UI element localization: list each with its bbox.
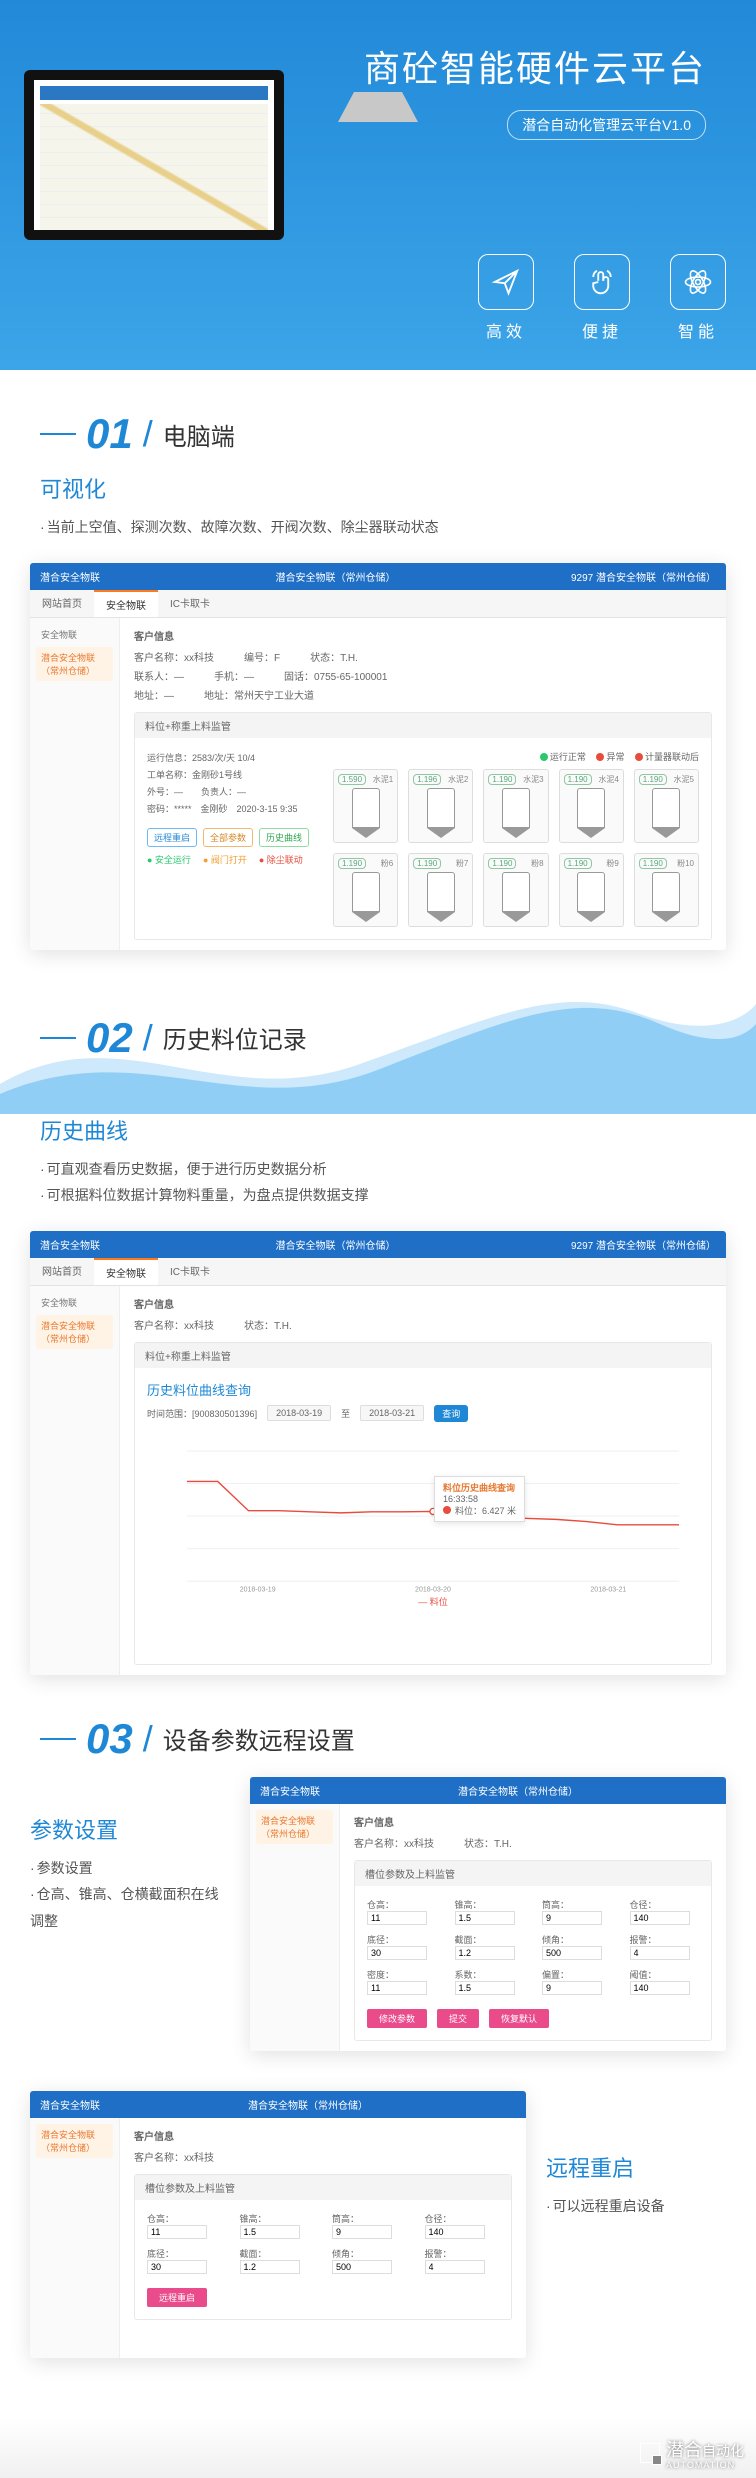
param-input[interactable] (542, 1911, 602, 1925)
param-input[interactable] (425, 2260, 485, 2274)
param-input[interactable] (147, 2225, 207, 2239)
sec2-sub-title: 历史曲线 (40, 1114, 716, 1146)
client-heading: 客户信息 (134, 628, 712, 643)
param-input[interactable] (332, 2260, 392, 2274)
sidebar-item-site[interactable]: 潜合安全物联（常州仓储） (36, 647, 113, 681)
param-input[interactable] (630, 1946, 690, 1960)
card1-title: 料位+称重上料监管 (135, 713, 711, 738)
btn-remote[interactable]: 远程重启 (147, 828, 197, 847)
silo-item[interactable]: 1.190水泥5 (634, 769, 699, 843)
param-input[interactable] (240, 2260, 300, 2274)
atom-icon (670, 254, 726, 310)
param-input[interactable] (425, 2225, 485, 2239)
btn-submit[interactable]: 提交 (437, 2009, 479, 2028)
query-button[interactable]: 查询 (434, 1405, 468, 1422)
history-line-chart: 12000 9000 6000 3000 2018-03-19 2018-03-… (187, 1442, 679, 1592)
chart-tooltip: 料位历史曲线查询 16:33:58 料位：6.427 米 (434, 1476, 525, 1522)
btn-history[interactable]: 历史曲线 (259, 828, 309, 847)
param-input[interactable] (147, 2260, 207, 2274)
silo-item[interactable]: 1.190粉10 (634, 853, 699, 927)
date-from[interactable]: 2018-03-19 (267, 1405, 331, 1421)
appbar-brand: 潜合安全物联 (40, 569, 100, 584)
sec2-screenshot: 潜合安全物联潜合安全物联（常州仓储）9297 潜合安全物联（常州仓储） 网站首页… (30, 1231, 726, 1675)
param-input[interactable] (542, 1981, 602, 1995)
silo-item[interactable]: 1.190粉6 (333, 853, 398, 927)
sec1-sub-title: 可视化 (40, 472, 716, 504)
tap-icon (574, 254, 630, 310)
svg-text:2018-03-20: 2018-03-20 (415, 1586, 451, 1591)
param-input[interactable] (367, 1946, 427, 1960)
paper-plane-icon (478, 254, 534, 310)
chart-title: 历史料位曲线查询 (147, 1380, 699, 1399)
feature-efficient: 高效 (478, 254, 534, 342)
feature-convenient: 便捷 (574, 254, 630, 342)
silo-item[interactable]: 1.196水泥2 (408, 769, 473, 843)
silo-item[interactable]: 1.190粉9 (559, 853, 624, 927)
silo-item[interactable]: 1.190水泥3 (483, 769, 548, 843)
sec4-screenshot: 潜合安全物联潜合安全物联（常州仓储） 潜合安全物联（常州仓储） 客户信息 客户名… (30, 2091, 526, 2358)
sec1-points: 当前上空值、探测次数、故障次数、开阀次数、除尘器联动状态 (40, 514, 716, 541)
param-input[interactable] (630, 1981, 690, 1995)
btn-params[interactable]: 全部参数 (203, 828, 253, 847)
monitor-illustration (24, 70, 284, 240)
silo-item[interactable]: 1.590水泥1 (333, 769, 398, 843)
param-input[interactable] (630, 1911, 690, 1925)
hero-subtitle: 潜合自动化管理云平台V1.0 (507, 110, 706, 140)
param-input[interactable] (455, 1981, 515, 1995)
param-input[interactable] (332, 2225, 392, 2239)
tab-home[interactable]: 网站首页 (30, 590, 94, 617)
btn-remote-restart[interactable]: 远程重启 (147, 2288, 207, 2307)
btn-edit[interactable]: 修改参数 (367, 2009, 427, 2028)
appbar-right: 9297 潜合安全物联（常州仓储） (571, 569, 716, 584)
svg-text:2018-03-19: 2018-03-19 (240, 1586, 276, 1591)
sec1-screenshot: 潜合安全物联 潜合安全物联（常州仓储） 9297 潜合安全物联（常州仓储） 网站… (30, 563, 726, 950)
brand-logo-icon (640, 2443, 660, 2463)
feature-row: 高效 便捷 智能 (478, 254, 726, 342)
section-01-header: 01 / 电脑端 (0, 370, 756, 472)
silo-grid: 1.590水泥11.196水泥21.190水泥31.190水泥41.190水泥5… (333, 769, 699, 927)
param-input[interactable] (240, 2225, 300, 2239)
sec3-left-title: 参数设置 (30, 1813, 230, 1845)
sidebar: 安全物联 潜合安全物联（常州仓储） (30, 618, 120, 950)
section-03-header: 03 / 设备参数远程设置 (0, 1675, 756, 1777)
param-input[interactable] (367, 1981, 427, 1995)
svg-text:2018-03-21: 2018-03-21 (590, 1586, 626, 1591)
btn-reset[interactable]: 恢复默认 (489, 2009, 549, 2028)
map-illustration (40, 104, 268, 230)
tab-safety[interactable]: 安全物联 (94, 590, 158, 617)
appbar-title: 潜合安全物联（常州仓储） (275, 569, 395, 584)
chart-legend: — 料位 (187, 1595, 679, 1608)
hero-banner: 商砼智能硬件云平台 潜合自动化管理云平台V1.0 高效 便捷 智能 (0, 0, 756, 370)
param-input[interactable] (542, 1946, 602, 1960)
silo-item[interactable]: 1.190粉7 (408, 853, 473, 927)
param-input[interactable] (455, 1946, 515, 1960)
date-to[interactable]: 2018-03-21 (360, 1405, 424, 1421)
feature-smart: 智能 (670, 254, 726, 342)
sidebar-item-root[interactable]: 安全物联 (36, 624, 113, 645)
sec3-screenshot: 潜合安全物联潜合安全物联（常州仓储） 潜合安全物联（常州仓储） 客户信息 客户名… (250, 1777, 726, 2051)
silo-item[interactable]: 1.190粉8 (483, 853, 548, 927)
tab-ic[interactable]: IC卡取卡 (158, 590, 222, 617)
param-input[interactable] (455, 1911, 515, 1925)
section-02-header: 02 / 历史料位记录 (0, 974, 756, 1076)
param-input[interactable] (367, 1911, 427, 1925)
sec4-right-title: 远程重启 (546, 2151, 726, 2183)
footer-watermark: 潜合自动化 AUTOMATION (0, 2418, 756, 2478)
silo-item[interactable]: 1.190水泥4 (559, 769, 624, 843)
